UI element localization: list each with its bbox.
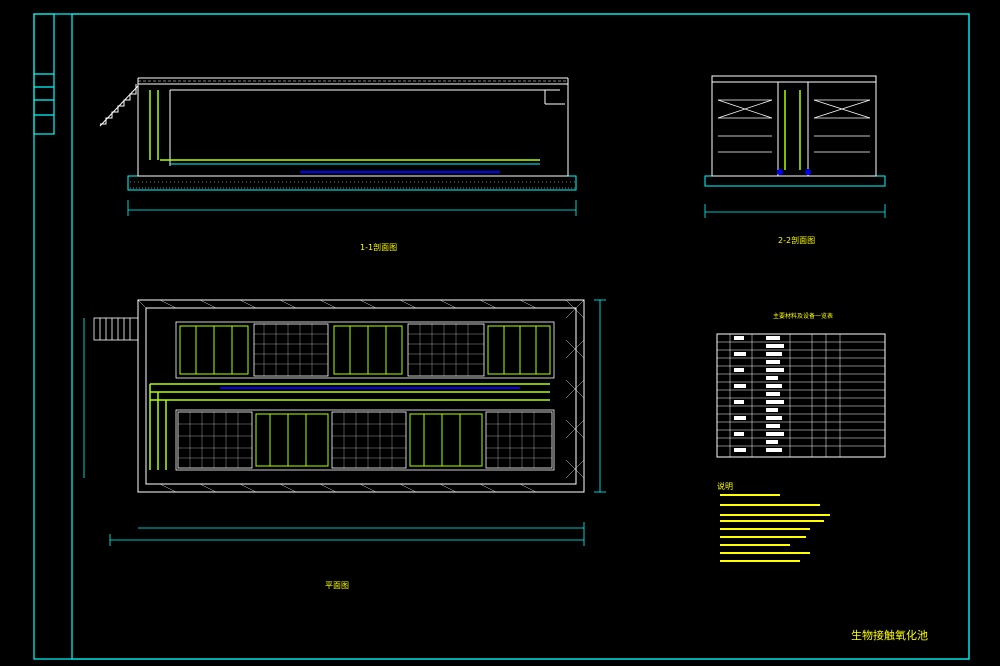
plan-inner-wall — [145, 307, 577, 485]
section-1-1-pipes — [149, 90, 540, 165]
section-2-2-pipes — [784, 90, 801, 170]
plan-label: 平面图 — [325, 581, 349, 590]
plan-wall-hatch — [137, 299, 585, 493]
section-2-2-dimension — [704, 204, 886, 218]
section-2-2-foundation — [704, 175, 886, 187]
section-2-2-tank-walls — [711, 75, 877, 177]
plan-view: 平面图 — [83, 299, 606, 590]
plan-air-pipes — [149, 383, 550, 470]
section-2-2: 2-2剖面图 — [704, 75, 886, 245]
plan-stair — [93, 317, 139, 341]
plan-lower-cells — [175, 409, 555, 471]
plan-upper-media — [179, 325, 551, 375]
notes-lines — [720, 494, 830, 562]
section-2-2-blue-pipe-a — [777, 169, 783, 175]
notes-block: 说明 — [717, 481, 830, 562]
section-1-1-label: 1-1剖面图 — [360, 242, 397, 252]
section-2-2-label: 2-2剖面图 — [778, 235, 815, 245]
drawing-frame — [33, 13, 970, 660]
material-table-title: 主要材料及设备一览表 — [773, 312, 833, 320]
cad-drawing-canvas: 1-1剖面图 2-2剖面图 平面图 主要材料及设备一览表 说明 生物接触氧化池 — [0, 0, 1000, 666]
section-1-1-tank-walls — [137, 77, 569, 177]
section-2-2-blue-pipe-b — [805, 169, 811, 175]
section-1-1-stair — [99, 84, 139, 127]
plan-outer-wall — [137, 299, 585, 493]
plan-lower-grid — [178, 412, 552, 468]
section-1-1: 1-1剖面图 — [99, 77, 577, 252]
drawing-title: 生物接触氧化池 — [851, 628, 928, 642]
notes-heading: 说明 — [717, 481, 733, 491]
material-table: 主要材料及设备一览表 — [716, 312, 886, 458]
plan-upper-grid — [254, 324, 484, 376]
material-table-entries — [734, 336, 784, 452]
section-1-1-foundation-hatch — [130, 181, 575, 189]
section-1-1-dimension — [127, 200, 577, 216]
plan-upper-cells — [175, 321, 555, 379]
drawing-svg: 1-1剖面图 2-2剖面图 平面图 主要材料及设备一览表 说明 生物接触氧化池 — [33, 13, 970, 660]
plan-lower-media — [255, 413, 483, 467]
section-2-2-media-frames — [717, 99, 871, 153]
plan-dimensions — [83, 299, 606, 546]
